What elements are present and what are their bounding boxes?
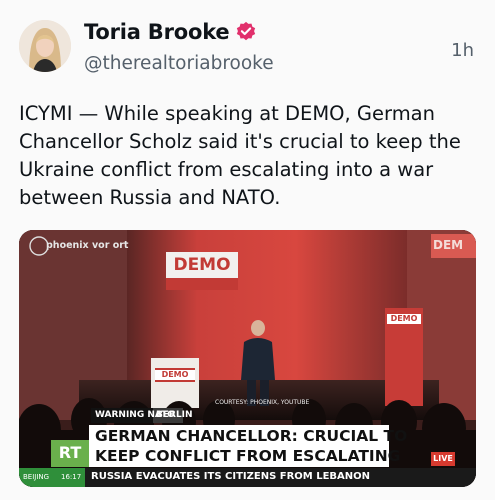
tweet-text-line: Chancellor Scholz said it's crucial to k…	[19, 130, 461, 153]
ticker-city: BEIJING	[23, 473, 50, 481]
video-thumbnail[interactable]: phoenix vor ort DEMO DEM DEMO DEMO COURT…	[19, 230, 476, 487]
author-row: Toria Brooke	[84, 20, 257, 44]
headline-line-2: KEEP CONFLICT FROM ESCALATING	[95, 447, 401, 465]
ticker-time: 16:17	[61, 473, 82, 481]
avatar-image	[19, 20, 71, 72]
author-name[interactable]: Toria Brooke	[84, 20, 230, 44]
author-handle[interactable]: @therealtoriabrooke	[84, 53, 274, 74]
tag-secondary: BERLIN	[156, 410, 193, 420]
stage-sign: DEMO	[173, 255, 231, 275]
live-badge: LIVE	[433, 454, 453, 463]
video-credit: COURTESY: PHOENIX, YOUTUBE	[215, 399, 310, 406]
verified-badge-icon	[237, 21, 256, 41]
podium-sign: DEMO	[161, 370, 189, 379]
headline-line-1: GERMAN CHANCELLOR: CRUCIAL TO	[95, 427, 408, 445]
tweet-text-line: between Russia and NATO.	[19, 186, 281, 209]
avatar[interactable]	[19, 20, 71, 72]
tweet-text-line: Ukraine conflict from escalating into a …	[19, 158, 434, 181]
post: Toria Brooke @therealtoriabrooke 1h ICYM…	[0, 0, 495, 500]
network-logo: RT	[58, 443, 82, 462]
banner-sign: DEMO	[390, 314, 418, 323]
post-time: 1h	[451, 40, 474, 61]
tweet-text-line: ICYMI — While speaking at DEMO, German	[19, 102, 435, 125]
stage-sign-partial: DEM	[433, 238, 464, 252]
tweet-text: ICYMI — While speaking at DEMO, German C…	[19, 100, 479, 212]
channel-logo: phoenix vor ort	[46, 240, 129, 251]
ticker-text: RUSSIA EVACUATES ITS CITIZENS FROM LEBAN…	[91, 471, 371, 482]
